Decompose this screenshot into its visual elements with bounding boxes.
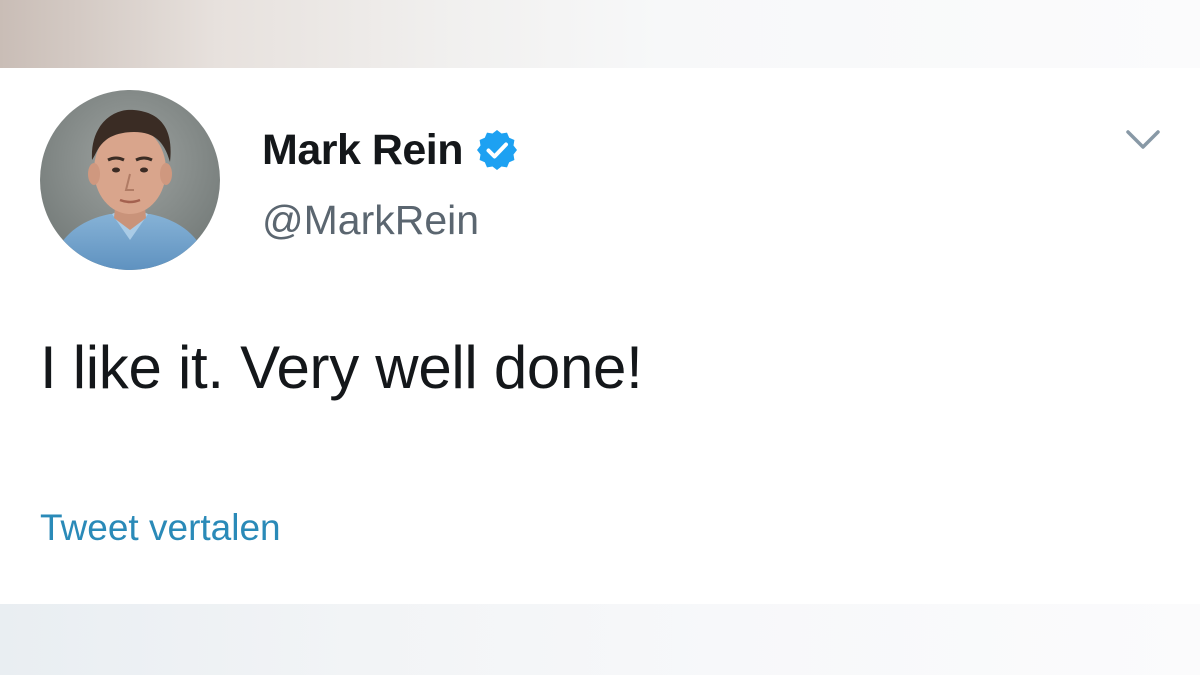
chevron-down-icon: [1126, 130, 1160, 149]
background-blur-bottom: [0, 604, 1200, 675]
author-name-row[interactable]: Mark Rein: [262, 124, 519, 176]
tweet-text: I like it. Very well done!: [40, 334, 643, 401]
tweet-menu-button[interactable]: [1120, 120, 1166, 160]
translate-tweet-link[interactable]: Tweet vertalen: [40, 504, 281, 552]
author-display-name[interactable]: Mark Rein: [262, 124, 464, 176]
avatar[interactable]: [40, 90, 220, 270]
tweet-card: Mark Rein @MarkRein I like it. Very well…: [0, 68, 1200, 604]
avatar-photo: [40, 90, 220, 270]
verified-badge-icon: [477, 130, 518, 170]
background-blur-top: [0, 0, 1200, 68]
author-handle[interactable]: @MarkRein: [262, 194, 479, 246]
